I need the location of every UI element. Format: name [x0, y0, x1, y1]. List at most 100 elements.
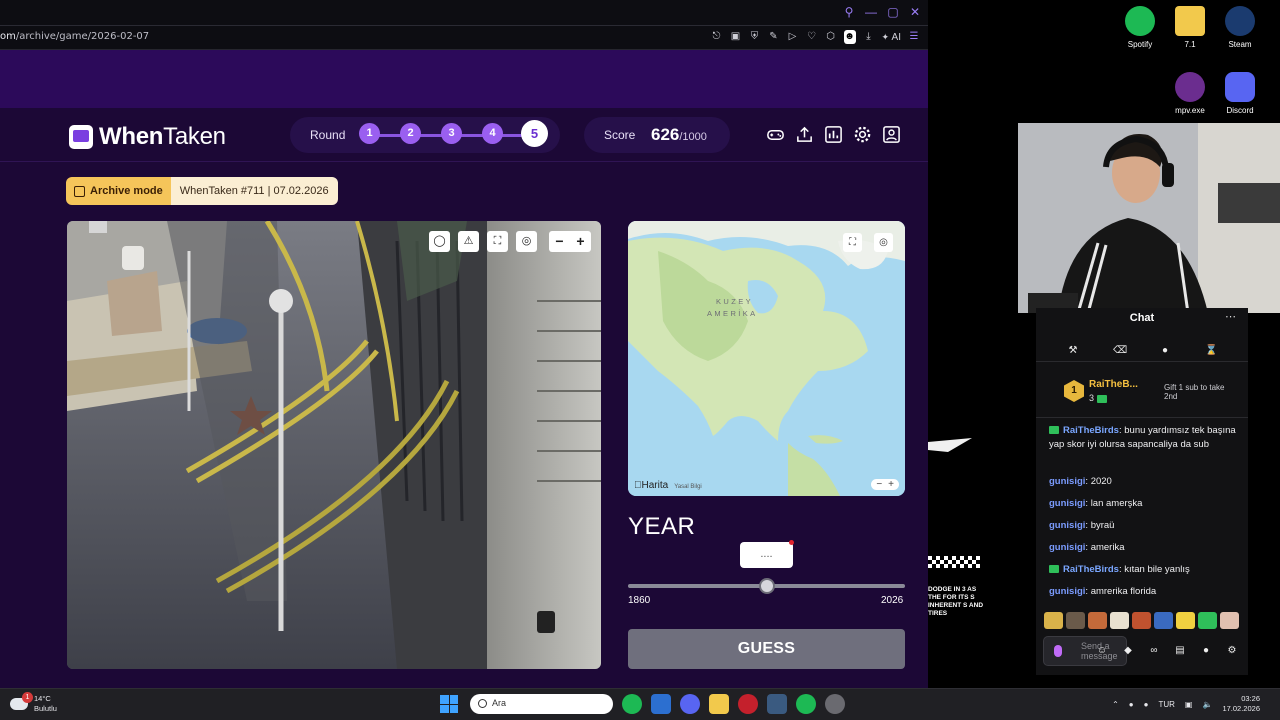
- store-icon[interactable]: ▤: [1174, 645, 1186, 657]
- emote-picker-icon[interactable]: ☺: [1096, 645, 1108, 657]
- clock[interactable]: 03:26 17.02.2026: [1222, 694, 1260, 714]
- speech-bubble-icon[interactable]: ●: [1159, 345, 1171, 357]
- address-bar[interactable]: om/archive/game/2026-02-07 ⎋ ▣ ⛨ ✎ ▷ ♡ ⬡…: [0, 26, 928, 50]
- opera-taskbar-icon[interactable]: [738, 694, 758, 714]
- emote-icon[interactable]: [1198, 612, 1217, 629]
- start-windows-icon[interactable]: [440, 695, 458, 713]
- photo-zoom-in-button[interactable]: +: [570, 231, 591, 252]
- share-icon[interactable]: [795, 125, 814, 144]
- language-indicator[interactable]: TUR: [1158, 700, 1174, 709]
- download-icon[interactable]: ⤓: [863, 30, 875, 44]
- hint-bulb-icon[interactable]: ◯: [429, 231, 450, 252]
- url-text[interactable]: om/archive/game/2026-02-07: [0, 31, 149, 42]
- explorer-taskbar-icon[interactable]: [709, 694, 729, 714]
- map-legal-link[interactable]: Yasal Bilgi: [674, 484, 702, 490]
- desktop-icon-discord[interactable]: Discord: [1212, 72, 1268, 115]
- gear-icon[interactable]: [853, 125, 872, 144]
- desktop-icon-mpv[interactable]: mpv.exe: [1162, 72, 1218, 115]
- pen-icon[interactable]: ✎: [768, 30, 780, 44]
- gamepad-icon[interactable]: [766, 125, 785, 144]
- tray-mic-icon[interactable]: ●: [1144, 700, 1149, 709]
- shield-icon[interactable]: ⛨: [749, 30, 761, 44]
- round-4[interactable]: 4: [482, 123, 503, 144]
- taskbar-search[interactable]: Ara: [470, 694, 613, 714]
- year-slider-thumb[interactable]: [758, 578, 775, 594]
- chat-more-icon[interactable]: ⋯: [1225, 310, 1236, 323]
- search-icon[interactable]: ⚲: [842, 4, 856, 20]
- emote-icon[interactable]: [1110, 612, 1129, 629]
- app-taskbar-icon[interactable]: [825, 694, 845, 714]
- tray-app-icon[interactable]: ●: [1129, 700, 1134, 709]
- chat-username[interactable]: RaiTheBirds: [1063, 564, 1119, 575]
- hammer-icon[interactable]: ⚒: [1067, 345, 1079, 357]
- extensions-icon[interactable]: ⬡: [825, 30, 837, 44]
- minimize-icon[interactable]: —: [864, 4, 878, 20]
- network-icon[interactable]: ▣: [1185, 700, 1193, 709]
- desktop-icon-steam[interactable]: Steam: [1212, 6, 1268, 49]
- whentaken-logo[interactable]: WhenTaken: [69, 123, 226, 151]
- map-attribution: HaritaYasal Bilgi: [634, 480, 702, 491]
- street-photo[interactable]: ◯ ⚠ ⛶ ◎ − +: [67, 221, 601, 669]
- screenshot-icon[interactable]: ▣: [730, 30, 742, 44]
- mail-taskbar-icon[interactable]: [651, 694, 671, 714]
- chat-username[interactable]: RaiTheBirds: [1063, 425, 1119, 436]
- map-fullscreen-icon[interactable]: ⛶: [843, 233, 862, 252]
- stats-icon[interactable]: [824, 125, 843, 144]
- chat-username[interactable]: gunisigi: [1049, 542, 1085, 553]
- heart-icon[interactable]: ♡: [806, 30, 818, 44]
- settings-gear-icon[interactable]: ⚙: [1226, 645, 1238, 657]
- tray-chevron-icon[interactable]: ⌃: [1112, 700, 1119, 709]
- emote-icon[interactable]: [1132, 612, 1151, 629]
- emote-icon[interactable]: [1088, 612, 1107, 629]
- profile-icon[interactable]: ☻: [843, 30, 856, 44]
- leader-name[interactable]: RaiTheB...: [1089, 379, 1138, 390]
- map-zoom-out-button[interactable]: −: [876, 479, 882, 490]
- maximize-icon[interactable]: ▢: [886, 4, 900, 20]
- weather-widget[interactable]: 1 14°C Bulutlu: [10, 692, 57, 714]
- guess-map[interactable]: ⛶ ◎ KUZEY AMERİKA HaritaYasal Bilgi − +: [628, 221, 905, 496]
- play-icon[interactable]: ▷: [787, 30, 799, 44]
- guess-button[interactable]: GUESS: [628, 629, 905, 669]
- volume-icon[interactable]: 🔈: [1202, 700, 1212, 709]
- trash-icon[interactable]: ⌫: [1113, 345, 1127, 357]
- spotify2-taskbar-icon[interactable]: [796, 694, 816, 714]
- desktop-icon-folder[interactable]: 7.1: [1162, 6, 1218, 49]
- recenter-icon[interactable]: ◎: [516, 231, 537, 252]
- gift-prompt[interactable]: Gift 1 sub to take 2nd: [1164, 383, 1240, 401]
- emote-icon[interactable]: [1044, 612, 1063, 629]
- chat-username[interactable]: gunisigi: [1049, 476, 1085, 487]
- chat-username[interactable]: gunisigi: [1049, 586, 1085, 597]
- round-2[interactable]: 2: [400, 123, 421, 144]
- round-1[interactable]: 1: [359, 123, 380, 144]
- menu-icon[interactable]: ☰: [908, 30, 920, 44]
- fullscreen-icon[interactable]: ⛶: [487, 231, 508, 252]
- emote-icon[interactable]: [1220, 612, 1239, 629]
- desktop-icon-spotify[interactable]: Spotify: [1112, 6, 1168, 49]
- round-5-active[interactable]: 5: [521, 120, 548, 147]
- round-3[interactable]: 3: [441, 123, 462, 144]
- photo-zoom-out-button[interactable]: −: [549, 231, 570, 252]
- emote-icon[interactable]: [1176, 612, 1195, 629]
- chat-username[interactable]: gunisigi: [1049, 520, 1085, 531]
- pin-icon[interactable]: ⎋: [711, 30, 723, 44]
- discord-taskbar-icon[interactable]: [680, 694, 700, 714]
- profile-icon[interactable]: [882, 125, 901, 144]
- year-input[interactable]: ....: [740, 540, 794, 568]
- chat-username[interactable]: gunisigi: [1049, 498, 1085, 509]
- bits-icon[interactable]: ◆: [1122, 645, 1134, 657]
- steam-taskbar-icon[interactable]: [767, 694, 787, 714]
- ai-button[interactable]: ✦ AI: [882, 30, 902, 44]
- infinity-icon[interactable]: ∞: [1148, 645, 1160, 657]
- emote-icon[interactable]: [1066, 612, 1085, 629]
- microphone-icon[interactable]: [1054, 645, 1062, 657]
- map-zoom-in-button[interactable]: +: [888, 479, 894, 490]
- emote-icon[interactable]: [1154, 612, 1173, 629]
- map-recenter-icon[interactable]: ◎: [874, 233, 893, 252]
- desktop-icon-label: 7.1: [1184, 40, 1196, 49]
- year-slider[interactable]: [628, 578, 905, 594]
- spotify-taskbar-icon[interactable]: [622, 694, 642, 714]
- close-icon[interactable]: ✕: [908, 4, 922, 20]
- report-warning-icon[interactable]: ⚠: [458, 231, 479, 252]
- chat-bubble-icon[interactable]: ●: [1200, 645, 1212, 657]
- hourglass-icon[interactable]: ⌛: [1205, 345, 1217, 357]
